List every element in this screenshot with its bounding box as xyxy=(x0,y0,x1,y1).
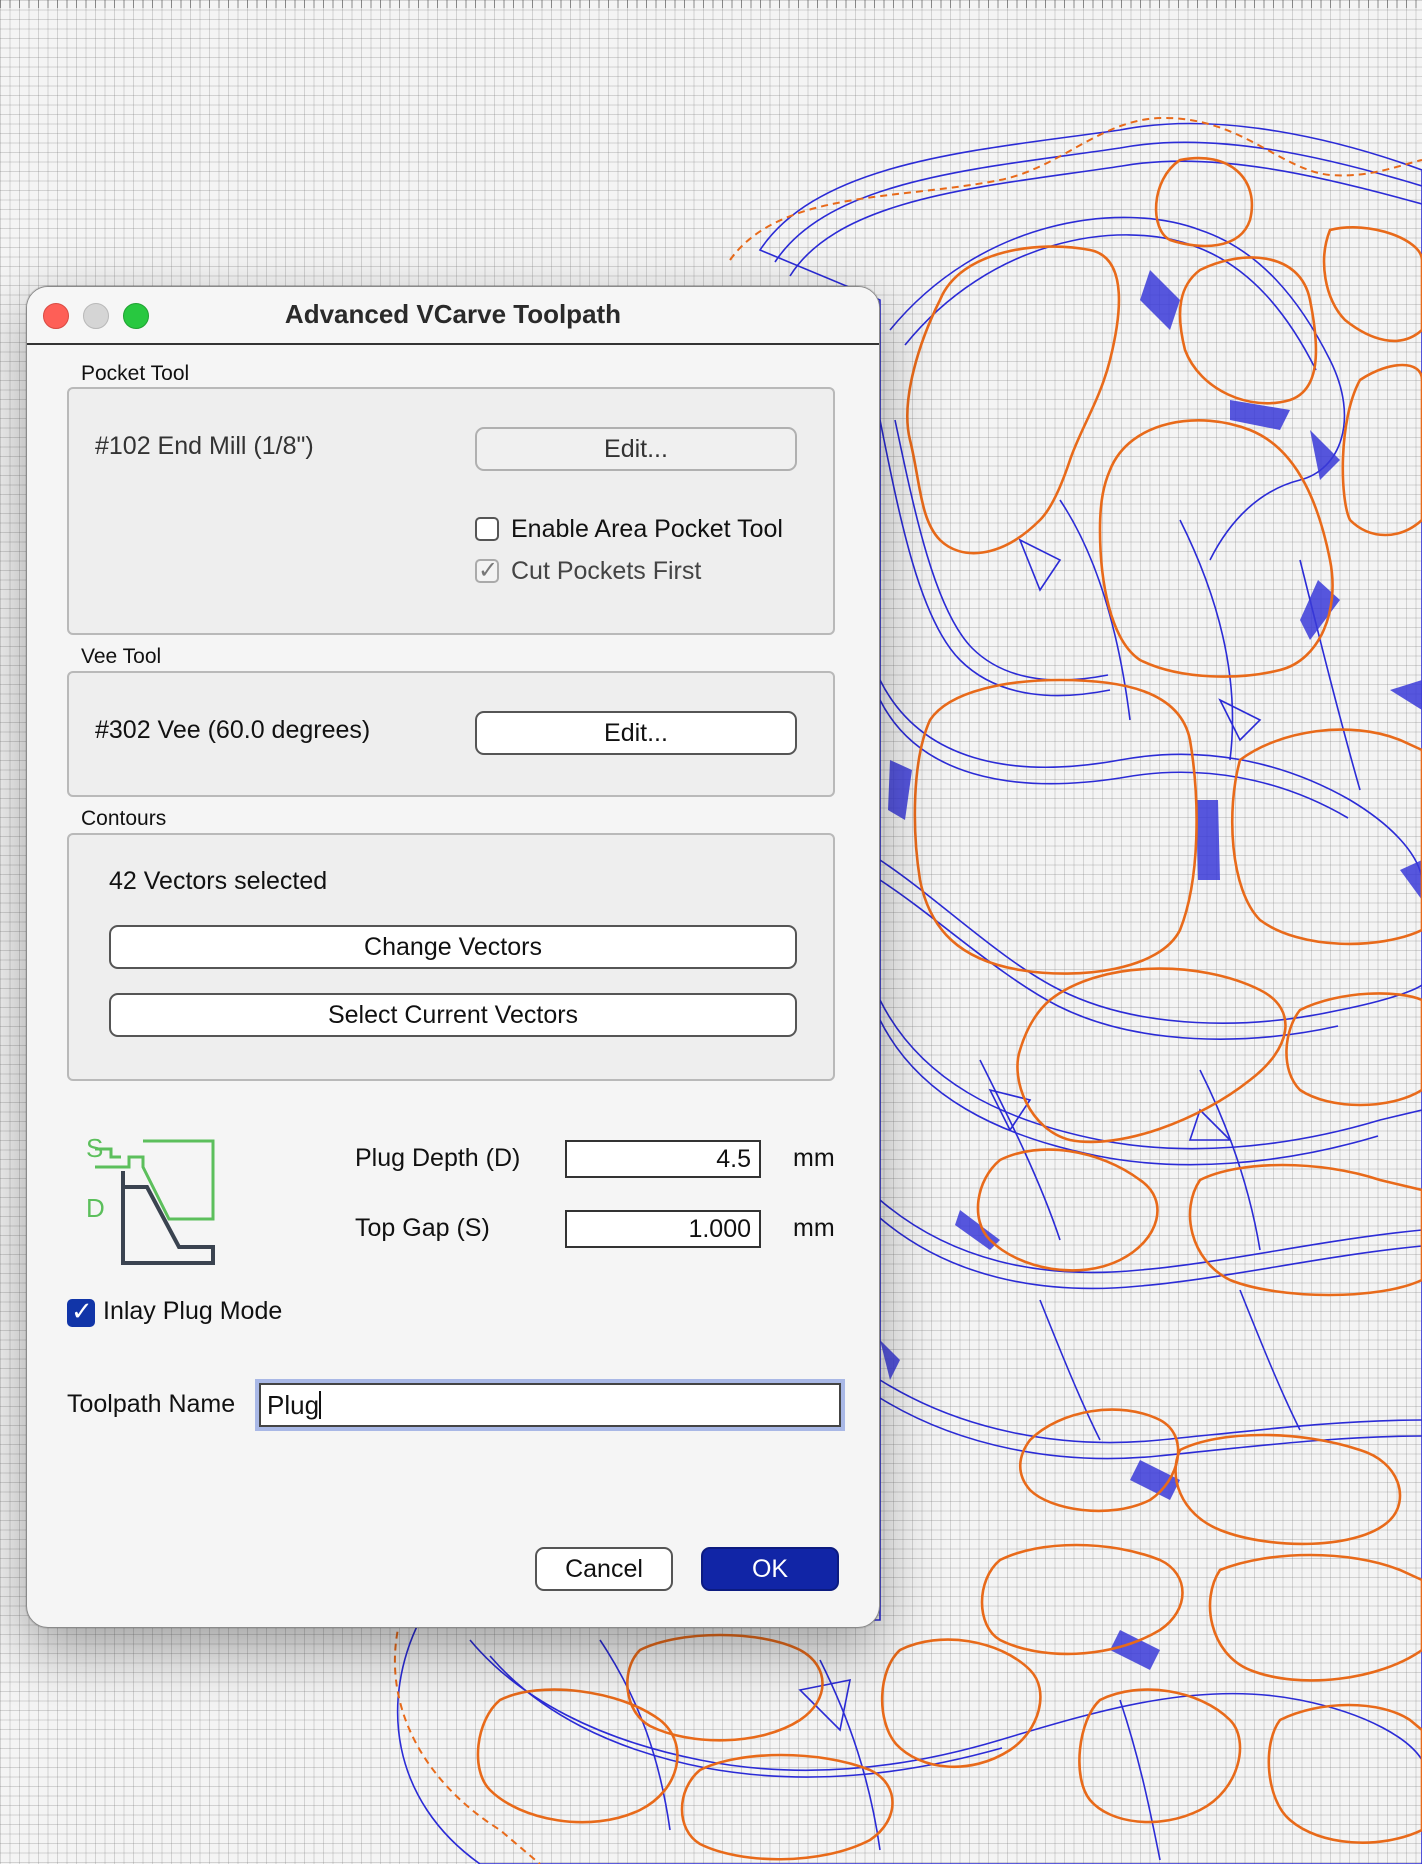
vcarve-fill xyxy=(888,760,912,820)
vcarve-fill xyxy=(1196,800,1220,880)
vee-tool-group-label: Vee Tool xyxy=(81,645,162,668)
vcarve-fill xyxy=(1110,1630,1160,1670)
toolpath-name-input[interactable]: Plug xyxy=(259,1383,841,1427)
inlay-diagram-icon: S D xyxy=(86,1133,215,1265)
change-vectors-button[interactable]: Change Vectors xyxy=(109,925,797,969)
cancel-button[interactable]: Cancel xyxy=(535,1547,673,1591)
toolpath-name-value: Plug xyxy=(267,1390,320,1420)
toolpath-contour xyxy=(1285,992,1422,1107)
vcarve-fill xyxy=(1140,270,1180,330)
vector-outline xyxy=(1059,499,1131,721)
vector-outline xyxy=(879,1199,1422,1274)
pocket-tool-edit-button[interactable]: Edit... xyxy=(475,427,797,471)
vector-outline xyxy=(1018,538,1062,592)
top-gap-label: Top Gap (S) xyxy=(355,1214,490,1242)
vee-tool-edit-button[interactable]: Edit... xyxy=(475,711,797,755)
title-bar[interactable]: Advanced VCarve Toolpath xyxy=(27,287,879,345)
cut-pockets-first-checkbox[interactable]: ✓ xyxy=(475,557,499,584)
pocket-tool-group-label: Pocket Tool xyxy=(81,362,190,385)
toolpath-contour xyxy=(626,1633,824,1742)
toolpath-contour xyxy=(906,245,1121,555)
vector-outline xyxy=(1039,1299,1101,1441)
inlay-plug-mode-checkbox[interactable]: ✓ xyxy=(67,1296,95,1327)
toolpath-contour xyxy=(976,1148,1159,1272)
vector-outline xyxy=(879,1379,1422,1444)
checkmark-icon: ✓ xyxy=(71,1296,93,1326)
vcarve-fill xyxy=(1310,430,1340,480)
vector-outline xyxy=(879,679,1422,881)
vector-outline xyxy=(1179,519,1234,761)
toolpath-contour xyxy=(880,1638,1042,1769)
vector-outline xyxy=(1239,1289,1301,1431)
toolpath-contour xyxy=(1154,156,1254,248)
toolpath-contour xyxy=(1016,967,1287,1144)
vectors-selected-status: 42 Vectors selected xyxy=(109,867,328,895)
vcarve-fill xyxy=(1300,580,1340,640)
top-gap-input[interactable]: 1.000 xyxy=(565,1210,761,1248)
plug-depth-unit: mm xyxy=(793,1144,835,1172)
enable-area-pocket-checkbox[interactable] xyxy=(475,517,499,541)
top-gap-unit: mm xyxy=(793,1214,835,1242)
diagram-d-label: D xyxy=(86,1193,105,1223)
checkmark-icon: ✓ xyxy=(478,557,499,584)
vector-outline xyxy=(879,1397,1422,1460)
dialog-title: Advanced VCarve Toolpath xyxy=(284,299,622,329)
pocket-tool-group xyxy=(67,387,835,635)
toolpath-contour xyxy=(980,1543,1184,1656)
vector-outline xyxy=(879,699,1349,819)
toolpath-contour xyxy=(1267,1703,1422,1844)
vcarve-fill xyxy=(1390,680,1422,710)
vcarve-fill xyxy=(1400,860,1422,900)
enable-area-pocket-label[interactable]: Enable Area Pocket Tool xyxy=(511,515,783,544)
vector-outline xyxy=(819,1659,881,1851)
toolpath-contour xyxy=(476,1688,679,1824)
vcarve-fill xyxy=(1130,1460,1180,1500)
vector-outline xyxy=(798,1678,852,1732)
select-current-vectors-button[interactable]: Select Current Vectors xyxy=(109,993,797,1037)
toolpath-contour xyxy=(1018,1408,1180,1513)
toolpath-contour xyxy=(1178,256,1318,405)
toolpath-contour xyxy=(1341,363,1422,537)
vector-outline xyxy=(879,859,1422,1024)
plug-depth-input[interactable]: 4.5 xyxy=(565,1140,761,1178)
cut-pockets-first-label[interactable]: Cut Pockets First xyxy=(511,557,701,586)
contours-group-label: Contours xyxy=(81,807,167,830)
ok-button[interactable]: OK xyxy=(701,1547,839,1591)
plug-depth-label: Plug Depth (D) xyxy=(355,1144,521,1172)
vector-outline xyxy=(889,216,1346,561)
diagram-s-label: S xyxy=(86,1133,103,1163)
toolpath-contour xyxy=(1322,226,1422,343)
vector-outline xyxy=(894,419,1109,681)
toolpath-contour xyxy=(913,678,1198,975)
vector-outline xyxy=(1119,1699,1161,1861)
vector-outline xyxy=(904,234,1317,371)
vee-tool-name: #302 Vee (60.0 degrees) xyxy=(95,716,371,744)
pocket-tool-name: #102 End Mill (1/8") xyxy=(95,432,314,460)
toolpath-contour xyxy=(1208,1553,1422,1682)
vector-outline xyxy=(1218,698,1262,742)
inlay-plug-mode-label[interactable]: Inlay Plug Mode xyxy=(103,1297,282,1326)
vector-outline xyxy=(1199,1069,1261,1251)
toolpath-contour xyxy=(1078,1688,1242,1824)
toolpath-name-label: Toolpath Name xyxy=(67,1390,236,1418)
vcarve-fill xyxy=(880,1340,900,1380)
toolpath-contour xyxy=(1230,728,1422,946)
vector-outline xyxy=(879,879,1339,1040)
advanced-vcarve-dialog: Advanced VCarve Toolpath Pocket Tool #10… xyxy=(26,286,880,1628)
vector-outline xyxy=(879,999,1422,1150)
text-caret xyxy=(319,1391,322,1419)
outer-boundary xyxy=(393,1619,541,1864)
